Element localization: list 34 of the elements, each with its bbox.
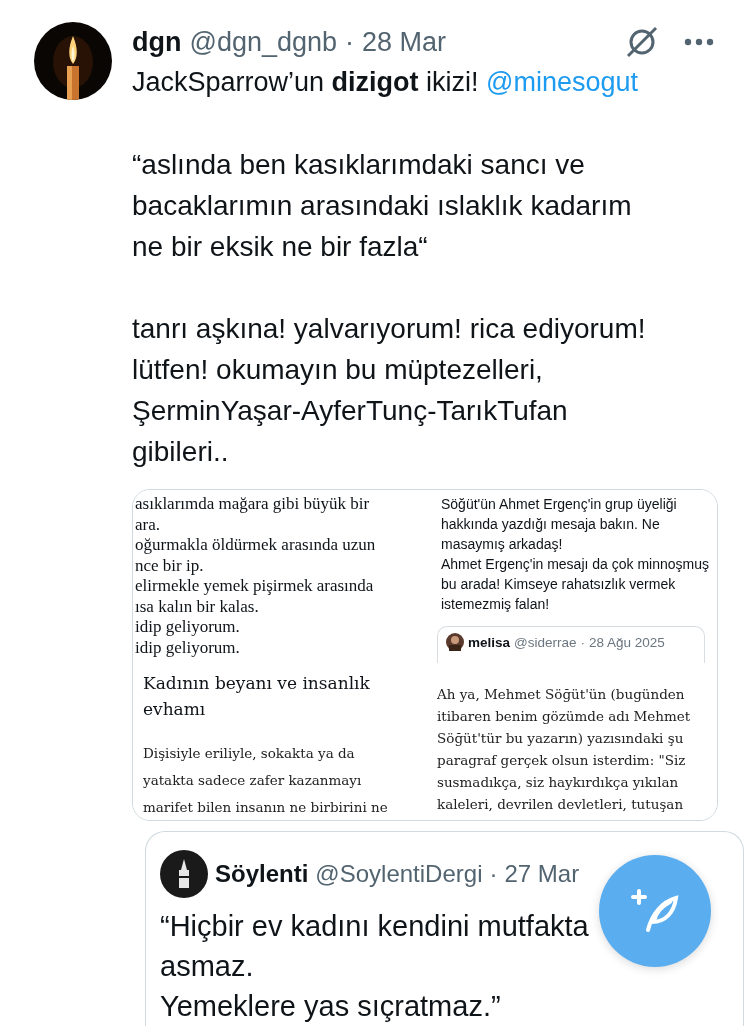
tweet-text: “aslında ben kasıklarımdaki sancı ve bacaklarımın arasındaki ıslaklık kadarım ne bir eksik ne bir fazla“ [132,148,633,264]
compose-feather-icon [630,888,680,934]
post-text: Söğüt'ün Ahmet Ergenç'in grup üyeliği hakkında yazdığı mesaja bakın. Ne masaymış arkadaş! [440,495,678,554]
quoted-handle: @siderrae [514,634,577,650]
separator: · [580,634,585,650]
poem-line: nce bir ip. [134,555,205,576]
quoted-date: 28 Ağu 2025 [589,634,665,650]
poem-line: asıklarımda mağara gibi büyük bir [134,494,371,515]
tower-avatar-icon [160,850,208,898]
tweet-text: JackSparrow’un dizigot ikizi! [132,67,479,97]
quoted-tweet-text: “Hiçbir ev kadını kendini mutfakta asmaz. [160,909,590,984]
author-name[interactable]: dgn [132,26,182,58]
poem-line: idip geliyorum. [134,637,241,658]
post-text: Ahmet Ergenç'in mesajı da çok minnoşmuş bu arada! Kimseye rahatsızlık vermek istemezmiş falan! [440,555,710,614]
article-heading: Kadının beyanı ve insanlık evhamı [143,672,371,721]
quoted-date[interactable]: 27 Mar [504,860,580,888]
separator: · [345,26,355,58]
quoted-tweet-text: Yemeklere yas sıçratmaz.” [160,989,501,1024]
poem-line: ısa kalın bir kalas. [134,596,260,617]
poem-line: ara. [134,514,161,535]
separator: · [489,860,498,888]
poem-line: idip geliyorum. [134,617,241,638]
date[interactable]: 28 Mar [362,26,447,58]
more-icon[interactable] [684,38,714,46]
handle[interactable]: @dgn_dgnb [189,26,338,58]
article-text: Dişisiyle eriliyle, sokakta ya da yatakta sadece zafer kazanmayı marifet bilen insanın ne birbirini ne [143,744,389,817]
tweet-text: tanrı aşkına! yalvarıyorum! rica ediyorum! lütfen! okumayın bu müptezelleri, ŞerminYaşar-AyferTunç-TarıkTufan gibileri.. [132,312,647,469]
article-text: Ah ya, Mehmet Söğüt'ün (bugünden itibaren benim gözümde adı Mehmet Söğüt'tür bu yazarın) yazısındaki şu paragraf gerçek olsun isterdim: "Siz susmadıkça, siz haykırdıkça yıkılan kaleleri, devrilen devletleri, tutuşan [436,685,692,814]
quoted-author-name: melisa [468,634,511,650]
quoted-handle[interactable]: @SoylentiDergi [315,860,483,888]
poem-line: elirmekle yemek pişirmek arasında [134,576,375,597]
slashed-circle-icon[interactable] [624,24,660,60]
poem-line: oğurmakla öldürmek arasında uzun [134,535,377,556]
quoted-author-name[interactable]: Söylenti [215,860,309,888]
